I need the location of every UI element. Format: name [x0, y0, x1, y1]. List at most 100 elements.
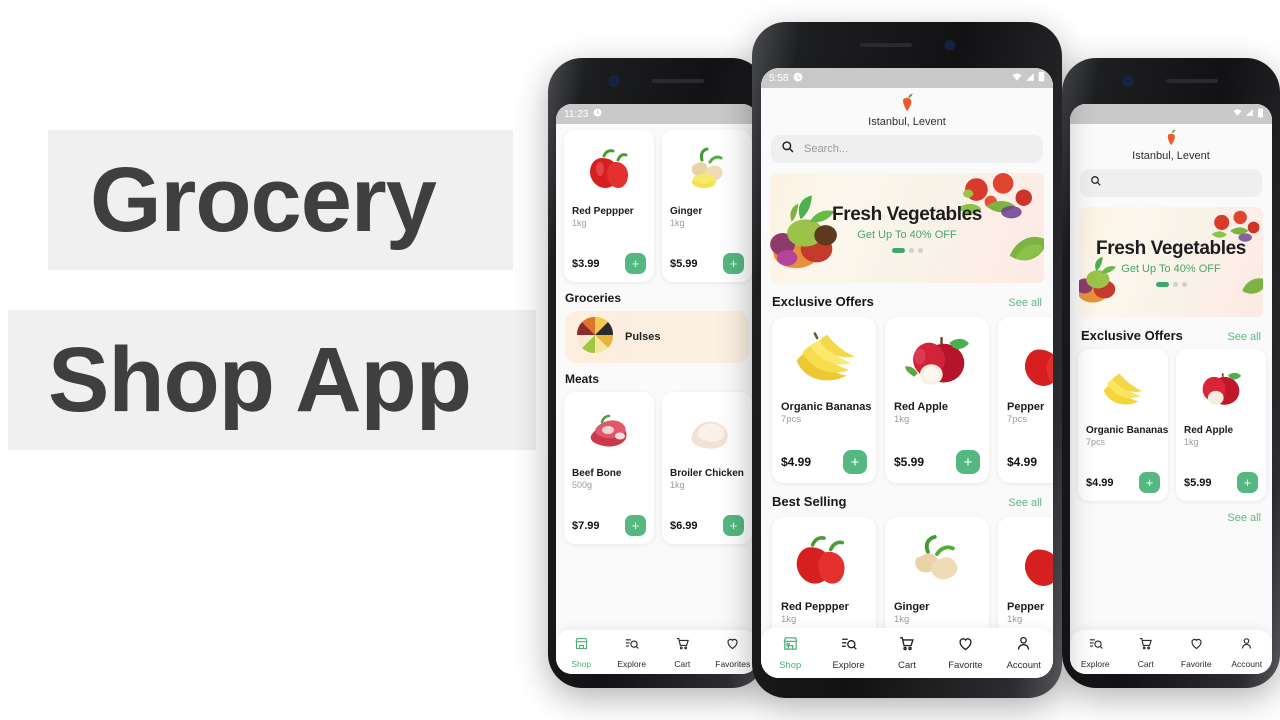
nav-label: Explore: [1080, 658, 1110, 669]
section-header-secondary-right: See all: [1070, 501, 1272, 524]
nav-label: Explore: [832, 660, 865, 671]
product-name: Beef Bone: [572, 468, 622, 479]
nav-item-explore[interactable]: Explore: [821, 635, 877, 671]
alarm-icon: [793, 72, 803, 85]
carrot-icon: [1070, 128, 1272, 151]
category-card-pulses[interactable]: Pulses: [565, 311, 749, 363]
product-card[interactable]: Broiler Chicken 1kg $6.99 +: [662, 392, 752, 544]
product-unit: 1kg: [894, 614, 910, 625]
product-footer: $6.99 +: [670, 515, 744, 536]
product-name: Organic Bananas: [781, 401, 872, 413]
add-to-cart-button[interactable]: +: [723, 515, 744, 536]
product-card[interactable]: Red Apple 1kg $5.99 +: [1176, 349, 1266, 501]
product-price: $6.99: [670, 519, 698, 532]
nav-item-cart[interactable]: Cart: [1124, 636, 1168, 669]
product-card[interactable]: Beef Bone 500g $7.99 +: [564, 392, 654, 544]
bottom-nav-center: Shop Explore Cart Favorite Account: [761, 628, 1053, 678]
promo-band-top: Grocery: [48, 130, 513, 270]
see-all-link[interactable]: See all: [1008, 297, 1042, 309]
promo-banner-center[interactable]: Fresh Vegetables Get Up To 40% OFF: [770, 173, 1044, 283]
nav-label: Favorite: [948, 660, 983, 671]
see-all-link[interactable]: See all: [1008, 497, 1042, 509]
status-bar-right: [1070, 104, 1272, 124]
promo-text-block: Grocery Shop App: [0, 0, 545, 720]
nav-item-account[interactable]: Account: [996, 635, 1052, 671]
nav-item-cart[interactable]: Cart: [879, 635, 935, 671]
product-footer: $7.99 +: [572, 515, 646, 536]
heart-icon: [957, 635, 974, 657]
product-price: $5.99: [894, 455, 925, 469]
signal-icon: [1025, 72, 1035, 85]
nav-item-shop[interactable]: Shop: [762, 635, 818, 671]
see-all-link[interactable]: See all: [1227, 512, 1261, 524]
promo-headline-line1: Grocery: [90, 149, 437, 251]
product-footer: $5.99 +: [1184, 472, 1258, 493]
explore-icon: [624, 636, 640, 656]
product-row-meats: Beef Bone 500g $7.99 + Broiler Chicken 1…: [556, 386, 758, 544]
ginger-icon: [894, 526, 980, 598]
nav-item-explore[interactable]: Explore: [610, 636, 654, 669]
carousel-dot-active[interactable]: [1155, 281, 1169, 287]
nav-item-favorites[interactable]: Favorites: [711, 636, 755, 669]
add-to-cart-button[interactable]: +: [843, 450, 867, 474]
add-to-cart-button[interactable]: +: [956, 450, 980, 474]
carousel-dot[interactable]: [1172, 281, 1178, 287]
product-card[interactable]: Pepper 7pcs $4.99 +: [998, 317, 1053, 483]
add-to-cart-button[interactable]: +: [1237, 472, 1258, 493]
search-input-right[interactable]: [1080, 169, 1262, 197]
nav-item-account[interactable]: Account: [1225, 636, 1269, 669]
red-pepper-icon: [781, 526, 867, 598]
search-input-center[interactable]: Search...: [771, 135, 1043, 163]
bananas-icon: [1086, 357, 1160, 423]
carousel-dot[interactable]: [917, 247, 923, 253]
promo-banner-right[interactable]: Fresh Vegetables Get Up To 40% OFF: [1079, 207, 1263, 317]
add-to-cart-button[interactable]: +: [625, 253, 646, 274]
status-time: 11:23: [564, 108, 589, 120]
product-card[interactable]: Red Peppper 1kg $3.99 +: [564, 130, 654, 282]
earpiece-speaker: [652, 79, 704, 83]
product-card[interactable]: Red Apple 1kg $5.99 +: [885, 317, 989, 483]
cart-icon: [1138, 636, 1153, 656]
status-time: 5:58: [769, 72, 789, 84]
earpiece-speaker: [860, 43, 912, 47]
battery-icon: [1257, 108, 1264, 121]
nav-item-favorite[interactable]: Favorite: [1174, 636, 1218, 669]
phone-screen-right: Istanbul, Levent Fresh Vegetables Get Up…: [1070, 104, 1272, 674]
product-name: Pepper: [1007, 401, 1045, 413]
nav-item-explore[interactable]: Explore: [1073, 636, 1117, 669]
carousel-dot[interactable]: [908, 247, 914, 253]
front-camera-icon: [1124, 77, 1132, 85]
explore-icon: [840, 635, 857, 657]
carousel-dot[interactable]: [1181, 281, 1187, 287]
product-footer: $5.99 +: [894, 450, 980, 474]
promo-composition: Grocery Shop App 11:23 Red Peppper 1kg $…: [0, 0, 1280, 720]
status-bar-center: 5:58: [761, 68, 1053, 88]
add-to-cart-button[interactable]: +: [625, 515, 646, 536]
nav-label: Explore: [617, 658, 647, 669]
carousel-dot-active[interactable]: [891, 247, 905, 253]
product-card[interactable]: Ginger 1kg $5.99 +: [662, 130, 752, 282]
nav-item-shop[interactable]: Shop: [559, 636, 603, 669]
store-icon: [574, 636, 589, 656]
carousel-dots[interactable]: [891, 247, 923, 253]
add-to-cart-button[interactable]: +: [723, 253, 744, 274]
add-to-cart-button[interactable]: +: [1139, 472, 1160, 493]
nav-item-favorite[interactable]: Favorite: [937, 635, 993, 671]
product-card[interactable]: Organic Bananas 7pcs $4.99 +: [772, 317, 876, 483]
wifi-icon: [1233, 108, 1242, 120]
banner-title: Fresh Vegetables: [832, 203, 982, 225]
product-price: $4.99: [1007, 455, 1038, 469]
promo-headline-line2: Shop App: [48, 329, 472, 431]
alarm-icon: [593, 108, 602, 120]
beef-bone-icon: [572, 400, 646, 466]
phone-screen-left: 11:23 Red Peppper 1kg $3.99 + Ginger 1kg…: [556, 104, 758, 674]
banner-title: Fresh Vegetables: [1096, 237, 1246, 259]
signal-icon: [1245, 108, 1254, 120]
see-all-link[interactable]: See all: [1227, 331, 1261, 343]
phone-top-bezel-center: [752, 22, 1062, 68]
product-price: $4.99: [1086, 476, 1114, 489]
lettuce-illustration: [1237, 272, 1263, 311]
product-card[interactable]: Organic Bananas 7pcs $4.99 +: [1078, 349, 1168, 501]
carousel-dots[interactable]: [1155, 281, 1187, 287]
nav-item-cart[interactable]: Cart: [660, 636, 704, 669]
